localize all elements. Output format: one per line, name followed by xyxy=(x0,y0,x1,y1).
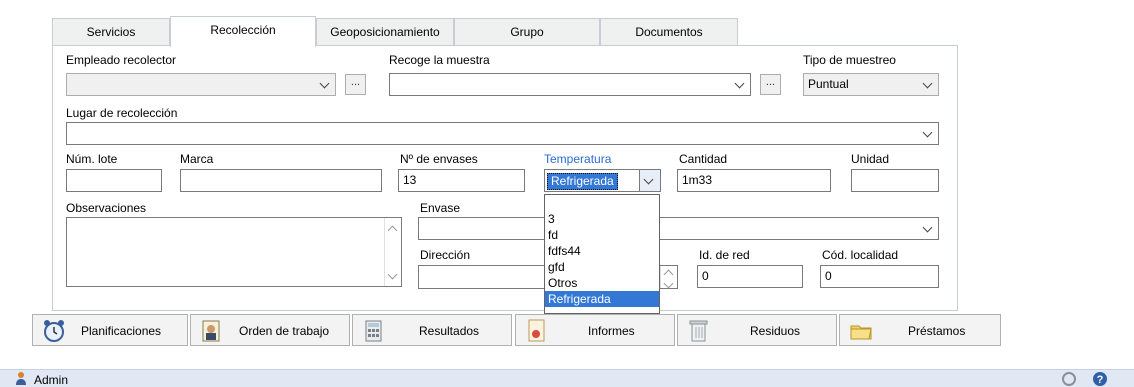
lugar-recoleccion-select[interactable] xyxy=(66,122,939,145)
scroll-up-icon xyxy=(385,220,401,236)
calculator-icon xyxy=(365,320,382,342)
empleado-recolector-select[interactable] xyxy=(66,73,336,96)
tab-documentos[interactable]: Documentos xyxy=(600,18,738,46)
tab-label: Geoposicionamiento xyxy=(330,25,440,39)
refresh-icon[interactable] xyxy=(1061,371,1077,387)
chevron-down-icon xyxy=(734,74,746,95)
worker-icon xyxy=(202,320,220,342)
folder-icon xyxy=(850,325,872,340)
tab-label: Documentos xyxy=(635,25,703,39)
tab-recoleccion[interactable]: Recolección xyxy=(170,16,316,47)
chevron-down-icon xyxy=(922,123,934,144)
scroll-down-icon xyxy=(661,277,677,288)
tab-label: Servicios xyxy=(86,25,136,39)
cod-localidad-input[interactable]: 0 xyxy=(820,265,939,288)
temperatura-select[interactable]: Refrigerada xyxy=(544,169,661,192)
button-label: Préstamos xyxy=(908,324,966,338)
tipo-muestreo-value: Puntual xyxy=(808,77,849,91)
num-lote-input[interactable] xyxy=(66,169,162,192)
recoge-browse-button[interactable]: ... xyxy=(760,74,781,95)
list-item[interactable]: 3 xyxy=(545,211,659,227)
button-label: Informes xyxy=(588,324,635,338)
list-item-selected[interactable]: Refrigerada xyxy=(545,291,659,307)
trash-bin-icon xyxy=(689,320,708,342)
tab-label: Grupo xyxy=(510,25,544,39)
cod-localidad-label: Cód. localidad xyxy=(822,248,899,262)
cantidad-input[interactable]: 1m33 xyxy=(677,169,831,192)
recoge-muestra-label: Recoge la muestra xyxy=(389,53,490,67)
marca-input[interactable] xyxy=(180,169,382,192)
temperatura-label: Temperatura xyxy=(544,152,612,166)
id-red-input[interactable]: 0 xyxy=(697,265,803,288)
direccion-scrollbar[interactable] xyxy=(660,266,677,288)
recoge-muestra-select[interactable] xyxy=(389,73,751,96)
prestamos-button[interactable]: Préstamos xyxy=(839,314,1001,346)
chevron-down-icon xyxy=(319,74,331,95)
temperatura-value: Refrigerada xyxy=(547,173,618,190)
button-label: Residuos xyxy=(750,324,801,338)
list-item[interactable]: Otros xyxy=(545,275,659,291)
tipo-muestreo-label: Tipo de muestreo xyxy=(803,53,896,67)
envase-select[interactable] xyxy=(418,217,939,240)
marca-label: Marca xyxy=(180,152,214,166)
informes-button[interactable]: Informes xyxy=(515,314,675,346)
alarm-clock-icon xyxy=(44,320,64,342)
num-envases-label: Nº de envases xyxy=(400,152,478,166)
empleado-browse-button[interactable]: ... xyxy=(345,74,366,95)
planificaciones-button[interactable]: Planificaciones xyxy=(32,314,188,346)
tipo-muestreo-select[interactable]: Puntual xyxy=(803,73,939,96)
temperatura-dropdown-list: 3 fd fdfs44 gfd Otros Refrigerada xyxy=(544,194,660,314)
num-lote-label: Núm. lote xyxy=(66,152,118,166)
id-red-label: Id. de red xyxy=(699,248,750,262)
report-icon xyxy=(528,319,545,342)
chevron-down-icon xyxy=(922,218,934,239)
status-bar: Admin ? xyxy=(0,369,1134,387)
num-envases-input[interactable]: 13 xyxy=(398,169,525,192)
empleado-recolector-label: Empleado recolector xyxy=(66,53,177,67)
unidad-input[interactable] xyxy=(851,169,939,192)
tab-geoposicionamiento[interactable]: Geoposicionamiento xyxy=(316,18,454,46)
tab-servicios[interactable]: Servicios xyxy=(52,18,170,46)
chevron-down-icon xyxy=(643,170,655,191)
observaciones-label: Observaciones xyxy=(66,201,147,215)
list-item[interactable]: gfd xyxy=(545,259,659,275)
user-icon xyxy=(16,372,26,385)
button-label: Orden de trabajo xyxy=(239,324,330,338)
orden-trabajo-button[interactable]: Orden de trabajo xyxy=(190,314,350,346)
envase-label: Envase xyxy=(420,201,461,215)
list-item[interactable]: fd xyxy=(545,227,659,243)
unidad-label: Unidad xyxy=(851,152,890,166)
lugar-recoleccion-label: Lugar de recolección xyxy=(66,106,178,120)
list-item[interactable] xyxy=(545,195,659,211)
tab-grupo[interactable]: Grupo xyxy=(454,18,600,46)
observaciones-textarea[interactable] xyxy=(66,217,402,287)
svg-text:?: ? xyxy=(1097,374,1104,386)
temperatura-dropdown-button[interactable] xyxy=(639,170,660,191)
direccion-label: Dirección xyxy=(420,248,471,262)
observaciones-scrollbar[interactable] xyxy=(384,218,401,286)
resultados-button[interactable]: Resultados xyxy=(352,314,512,346)
scroll-down-icon xyxy=(385,268,401,284)
button-label: Resultados xyxy=(419,324,480,338)
help-icon[interactable]: ? xyxy=(1092,371,1108,387)
cantidad-label: Cantidad xyxy=(679,152,728,166)
scroll-up-icon xyxy=(661,264,677,275)
status-user: Admin xyxy=(34,373,69,387)
list-item[interactable]: fdfs44 xyxy=(545,243,659,259)
residuos-button[interactable]: Residuos xyxy=(677,314,837,346)
chevron-down-icon xyxy=(922,74,934,95)
tab-label: Recolección xyxy=(210,23,276,37)
button-label: Planificaciones xyxy=(81,324,162,338)
